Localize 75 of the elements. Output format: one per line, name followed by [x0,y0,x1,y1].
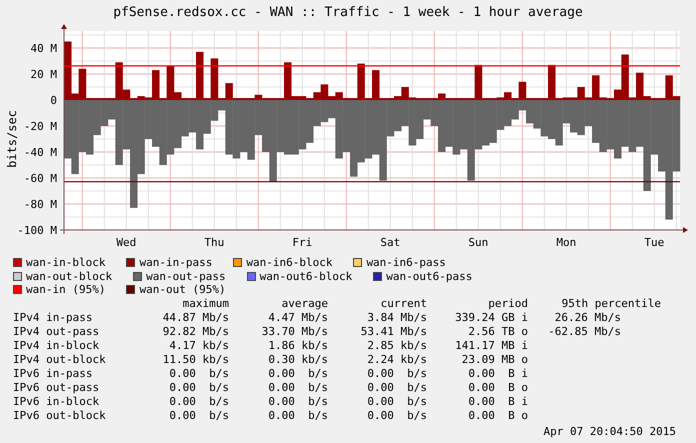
column-header: maximum [182,296,229,310]
row-label: IPv4 out-block [13,352,107,366]
y-tick-label: -60 M [24,172,57,185]
legend-label: wan-in6-pass [366,256,446,270]
table-cell-text: 0.00 b/s [267,366,328,380]
table-cell-text: 4.47 Mb/s [267,310,328,324]
table-cell-text: 0.00 b/s [366,366,427,380]
table-cell-text: 0.00 B i [467,366,528,380]
x-tick-label: Sat [380,236,400,249]
table-cell-text: 33.70 Mb/s [260,324,328,338]
x-tick-label: Tue [644,236,664,249]
table-cell-text: 4.17 kb/s [168,338,229,352]
column-header: period [487,296,528,310]
legend-label: wan-out-pass [146,270,226,283]
table-cell-text: 53.41 Mb/s [360,324,427,338]
table-cell-text: 2.85 kb/s [366,338,427,352]
legend-label: wan-in-pass [139,256,212,270]
y-tick-label: 40 M [30,42,57,55]
legend-label: wan-out6-block [260,270,352,283]
x-tick-label: Wed [116,236,136,249]
y-tick-label: 0 [50,94,57,107]
table-cell-text: -62.85 Mb/s [547,324,622,338]
row-label: IPv4 out-pass [13,324,100,338]
table-cell-text: 2.56 TB o [467,324,528,338]
table-cell-text: 0.00 b/s [267,408,328,422]
table-cell-text: 0.00 B o [467,408,528,422]
table-cell-text: 23.09 MB o [460,352,528,366]
column-header: current [380,296,427,310]
x-tick-label: Fri [292,236,312,249]
table-cell-text: 141.17 MB i [454,338,528,352]
table-cell-text: 0.00 b/s [366,394,427,408]
chart-title: pfSense.redsox.cc - WAN :: Traffic - 1 week - 1 hour average [112,4,584,22]
table-cell-text: 0.00 B o [467,380,528,394]
table-cell-text: 0.00 b/s [267,394,328,408]
timestamp: Apr 07 20:04:50 2015 [544,424,676,438]
x-tick-label: Thu [204,236,224,249]
table-cell-text: 0.00 b/s [168,408,229,422]
table-cell-text: 0.00 b/s [366,380,427,394]
table-cell-text: 2.24 kb/s [366,352,427,366]
table-cell-text: 26.26 Mb/s [554,310,622,324]
row-label: IPv4 in-block [13,338,100,352]
table-cell-text: 0.00 b/s [168,366,229,380]
table-cell-text: 1.86 kb/s [267,338,328,352]
row-label: IPv6 out-block [13,408,107,422]
x-tick-label: Mon [556,236,576,249]
y-tick-label: -40 M [24,146,57,159]
table-cell-text: 0.00 b/s [168,380,229,394]
column-header: 95th percentile [560,296,661,310]
table-cell-text: 3.84 Mb/s [366,310,427,324]
legend-label: wan-in (95%) [26,283,106,296]
table-cell-text: 0.00 b/s [168,394,229,408]
legend-label: wan-in-block [26,256,106,270]
row-label: IPv4 in-pass [13,310,94,324]
y-tick-label: 20 M [30,68,57,81]
legend-label: wan-in6-block [246,256,332,270]
table-cell-text: 0.30 kb/s [267,352,328,366]
y-tick-label: -20 M [24,120,57,133]
x-tick-label: Sun [468,236,488,249]
row-label: IPv6 in-pass [13,366,94,380]
legend-label: wan-out6-pass [386,270,472,283]
table-cell-text: 11.50 kb/s [162,352,229,366]
row-label: IPv6 in-block [13,394,100,408]
legend-label: wan-out (95%) [139,283,226,296]
table-cell-text: 44.87 Mb/s [162,310,229,324]
row-label: IPv6 out-pass [13,380,100,394]
y-tick-label: -100 M [17,224,57,237]
table-cell-text: 92.82 Mb/s [162,324,229,338]
column-header: average [280,296,328,310]
y-tick-label: -80 M [24,198,57,211]
legend-label: wan-out-block [26,270,112,283]
table-cell-text: 339.24 GB i [454,310,528,324]
y-axis-label: bits/sec [5,110,19,168]
table-cell-text: 0.00 b/s [366,408,427,422]
table-cell-text: 0.00 b/s [267,380,328,394]
table-cell-text: 0.00 B i [467,394,528,408]
